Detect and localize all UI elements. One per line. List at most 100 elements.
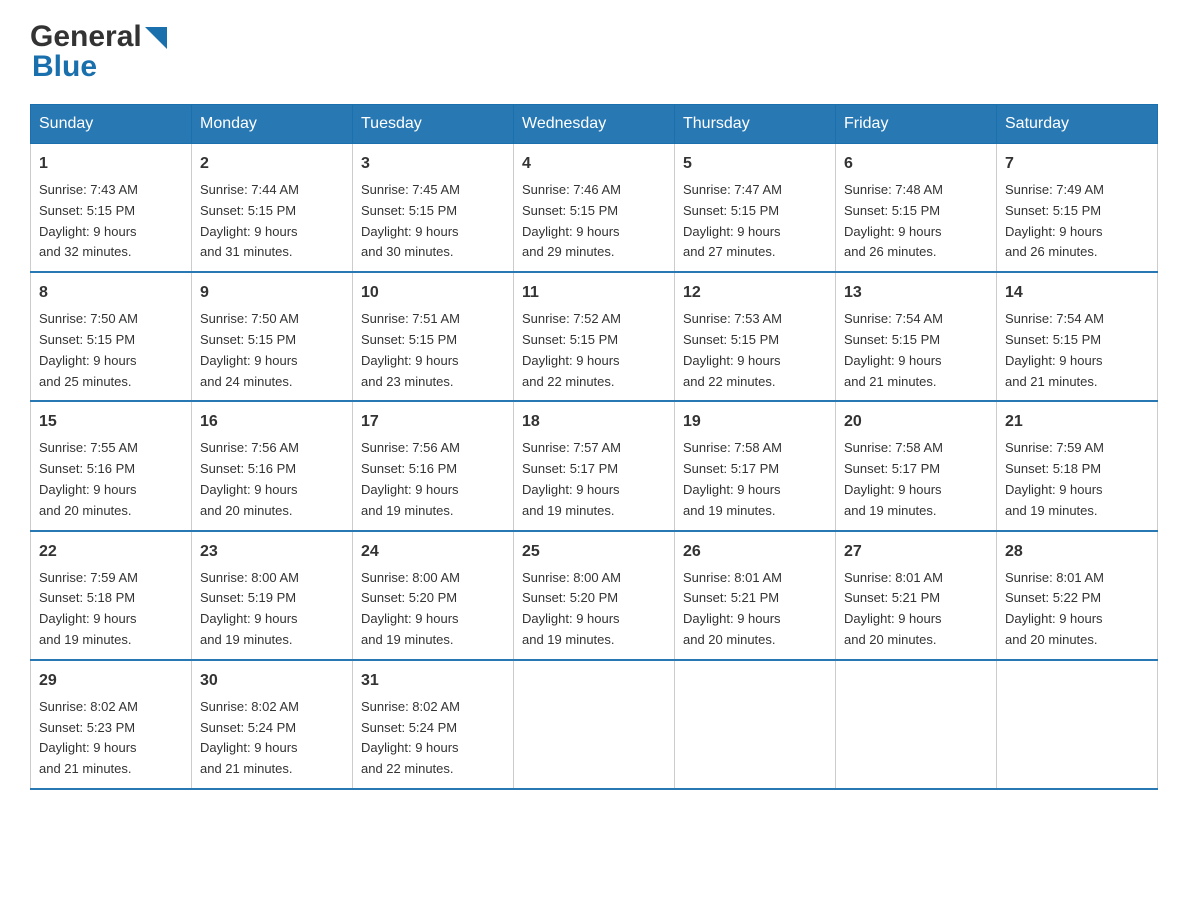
- day-number: 27: [844, 540, 988, 564]
- calendar-cell: 26 Sunrise: 8:01 AMSunset: 5:21 PMDaylig…: [675, 531, 836, 660]
- day-number: 19: [683, 410, 827, 434]
- day-info: Sunrise: 7:57 AMSunset: 5:17 PMDaylight:…: [522, 438, 666, 521]
- calendar-cell: 28 Sunrise: 8:01 AMSunset: 5:22 PMDaylig…: [997, 531, 1158, 660]
- calendar-cell: 29 Sunrise: 8:02 AMSunset: 5:23 PMDaylig…: [31, 660, 192, 789]
- day-info: Sunrise: 8:01 AMSunset: 5:21 PMDaylight:…: [844, 568, 988, 651]
- calendar-cell: 6 Sunrise: 7:48 AMSunset: 5:15 PMDayligh…: [836, 144, 997, 273]
- header-thursday: Thursday: [675, 105, 836, 144]
- day-info: Sunrise: 7:48 AMSunset: 5:15 PMDaylight:…: [844, 180, 988, 263]
- calendar-cell: 14 Sunrise: 7:54 AMSunset: 5:15 PMDaylig…: [997, 272, 1158, 401]
- calendar-cell: 16 Sunrise: 7:56 AMSunset: 5:16 PMDaylig…: [192, 401, 353, 530]
- day-number: 2: [200, 152, 344, 176]
- calendar-cell: 2 Sunrise: 7:44 AMSunset: 5:15 PMDayligh…: [192, 144, 353, 273]
- day-info: Sunrise: 7:44 AMSunset: 5:15 PMDaylight:…: [200, 180, 344, 263]
- day-number: 21: [1005, 410, 1149, 434]
- calendar-cell: 18 Sunrise: 7:57 AMSunset: 5:17 PMDaylig…: [514, 401, 675, 530]
- day-info: Sunrise: 7:53 AMSunset: 5:15 PMDaylight:…: [683, 309, 827, 392]
- day-info: Sunrise: 8:00 AMSunset: 5:20 PMDaylight:…: [361, 568, 505, 651]
- day-info: Sunrise: 7:59 AMSunset: 5:18 PMDaylight:…: [39, 568, 183, 651]
- day-number: 7: [1005, 152, 1149, 176]
- calendar-cell: 5 Sunrise: 7:47 AMSunset: 5:15 PMDayligh…: [675, 144, 836, 273]
- logo-blue-text: Blue: [30, 50, 167, 84]
- day-info: Sunrise: 7:49 AMSunset: 5:15 PMDaylight:…: [1005, 180, 1149, 263]
- header-sunday: Sunday: [31, 105, 192, 144]
- calendar-cell: 25 Sunrise: 8:00 AMSunset: 5:20 PMDaylig…: [514, 531, 675, 660]
- day-number: 31: [361, 669, 505, 693]
- day-info: Sunrise: 7:54 AMSunset: 5:15 PMDaylight:…: [844, 309, 988, 392]
- day-number: 11: [522, 281, 666, 305]
- day-info: Sunrise: 7:50 AMSunset: 5:15 PMDaylight:…: [200, 309, 344, 392]
- calendar-cell: 13 Sunrise: 7:54 AMSunset: 5:15 PMDaylig…: [836, 272, 997, 401]
- day-number: 1: [39, 152, 183, 176]
- header-saturday: Saturday: [997, 105, 1158, 144]
- header-tuesday: Tuesday: [353, 105, 514, 144]
- day-number: 14: [1005, 281, 1149, 305]
- calendar-cell: [836, 660, 997, 789]
- day-number: 5: [683, 152, 827, 176]
- day-number: 18: [522, 410, 666, 434]
- calendar-cell: 11 Sunrise: 7:52 AMSunset: 5:15 PMDaylig…: [514, 272, 675, 401]
- calendar-cell: 19 Sunrise: 7:58 AMSunset: 5:17 PMDaylig…: [675, 401, 836, 530]
- day-info: Sunrise: 7:55 AMSunset: 5:16 PMDaylight:…: [39, 438, 183, 521]
- calendar-header-row: SundayMondayTuesdayWednesdayThursdayFrid…: [31, 105, 1158, 144]
- day-number: 4: [522, 152, 666, 176]
- day-info: Sunrise: 8:02 AMSunset: 5:23 PMDaylight:…: [39, 697, 183, 780]
- day-number: 9: [200, 281, 344, 305]
- day-number: 25: [522, 540, 666, 564]
- calendar-cell: 4 Sunrise: 7:46 AMSunset: 5:15 PMDayligh…: [514, 144, 675, 273]
- calendar-cell: 22 Sunrise: 7:59 AMSunset: 5:18 PMDaylig…: [31, 531, 192, 660]
- day-number: 17: [361, 410, 505, 434]
- day-number: 23: [200, 540, 344, 564]
- day-number: 3: [361, 152, 505, 176]
- day-number: 8: [39, 281, 183, 305]
- day-info: Sunrise: 8:01 AMSunset: 5:21 PMDaylight:…: [683, 568, 827, 651]
- calendar-cell: 30 Sunrise: 8:02 AMSunset: 5:24 PMDaylig…: [192, 660, 353, 789]
- day-number: 13: [844, 281, 988, 305]
- calendar-cell: 20 Sunrise: 7:58 AMSunset: 5:17 PMDaylig…: [836, 401, 997, 530]
- day-info: Sunrise: 7:59 AMSunset: 5:18 PMDaylight:…: [1005, 438, 1149, 521]
- calendar-cell: 15 Sunrise: 7:55 AMSunset: 5:16 PMDaylig…: [31, 401, 192, 530]
- day-info: Sunrise: 7:56 AMSunset: 5:16 PMDaylight:…: [361, 438, 505, 521]
- calendar-cell: [675, 660, 836, 789]
- day-info: Sunrise: 8:02 AMSunset: 5:24 PMDaylight:…: [200, 697, 344, 780]
- day-number: 10: [361, 281, 505, 305]
- day-number: 12: [683, 281, 827, 305]
- calendar-cell: 27 Sunrise: 8:01 AMSunset: 5:21 PMDaylig…: [836, 531, 997, 660]
- calendar-week-row: 15 Sunrise: 7:55 AMSunset: 5:16 PMDaylig…: [31, 401, 1158, 530]
- day-number: 6: [844, 152, 988, 176]
- page-header: General Blue: [30, 20, 1158, 84]
- day-number: 30: [200, 669, 344, 693]
- day-info: Sunrise: 7:45 AMSunset: 5:15 PMDaylight:…: [361, 180, 505, 263]
- calendar-week-row: 29 Sunrise: 8:02 AMSunset: 5:23 PMDaylig…: [31, 660, 1158, 789]
- calendar-cell: 24 Sunrise: 8:00 AMSunset: 5:20 PMDaylig…: [353, 531, 514, 660]
- day-info: Sunrise: 7:56 AMSunset: 5:16 PMDaylight:…: [200, 438, 344, 521]
- calendar-cell: 23 Sunrise: 8:00 AMSunset: 5:19 PMDaylig…: [192, 531, 353, 660]
- day-info: Sunrise: 7:51 AMSunset: 5:15 PMDaylight:…: [361, 309, 505, 392]
- calendar-cell: 8 Sunrise: 7:50 AMSunset: 5:15 PMDayligh…: [31, 272, 192, 401]
- day-info: Sunrise: 7:58 AMSunset: 5:17 PMDaylight:…: [683, 438, 827, 521]
- header-monday: Monday: [192, 105, 353, 144]
- calendar-cell: 12 Sunrise: 7:53 AMSunset: 5:15 PMDaylig…: [675, 272, 836, 401]
- logo-general-text: General: [30, 20, 142, 54]
- day-number: 28: [1005, 540, 1149, 564]
- calendar-cell: 9 Sunrise: 7:50 AMSunset: 5:15 PMDayligh…: [192, 272, 353, 401]
- day-info: Sunrise: 7:54 AMSunset: 5:15 PMDaylight:…: [1005, 309, 1149, 392]
- calendar-cell: 17 Sunrise: 7:56 AMSunset: 5:16 PMDaylig…: [353, 401, 514, 530]
- day-info: Sunrise: 7:47 AMSunset: 5:15 PMDaylight:…: [683, 180, 827, 263]
- calendar-cell: [514, 660, 675, 789]
- calendar-cell: 21 Sunrise: 7:59 AMSunset: 5:18 PMDaylig…: [997, 401, 1158, 530]
- day-number: 26: [683, 540, 827, 564]
- day-number: 15: [39, 410, 183, 434]
- header-friday: Friday: [836, 105, 997, 144]
- calendar-week-row: 22 Sunrise: 7:59 AMSunset: 5:18 PMDaylig…: [31, 531, 1158, 660]
- calendar-week-row: 8 Sunrise: 7:50 AMSunset: 5:15 PMDayligh…: [31, 272, 1158, 401]
- calendar-cell: 3 Sunrise: 7:45 AMSunset: 5:15 PMDayligh…: [353, 144, 514, 273]
- calendar-cell: 31 Sunrise: 8:02 AMSunset: 5:24 PMDaylig…: [353, 660, 514, 789]
- day-info: Sunrise: 7:43 AMSunset: 5:15 PMDaylight:…: [39, 180, 183, 263]
- day-info: Sunrise: 8:00 AMSunset: 5:20 PMDaylight:…: [522, 568, 666, 651]
- day-info: Sunrise: 8:00 AMSunset: 5:19 PMDaylight:…: [200, 568, 344, 651]
- logo-icon: [145, 27, 167, 49]
- day-number: 16: [200, 410, 344, 434]
- day-info: Sunrise: 7:50 AMSunset: 5:15 PMDaylight:…: [39, 309, 183, 392]
- logo: General Blue: [30, 20, 167, 84]
